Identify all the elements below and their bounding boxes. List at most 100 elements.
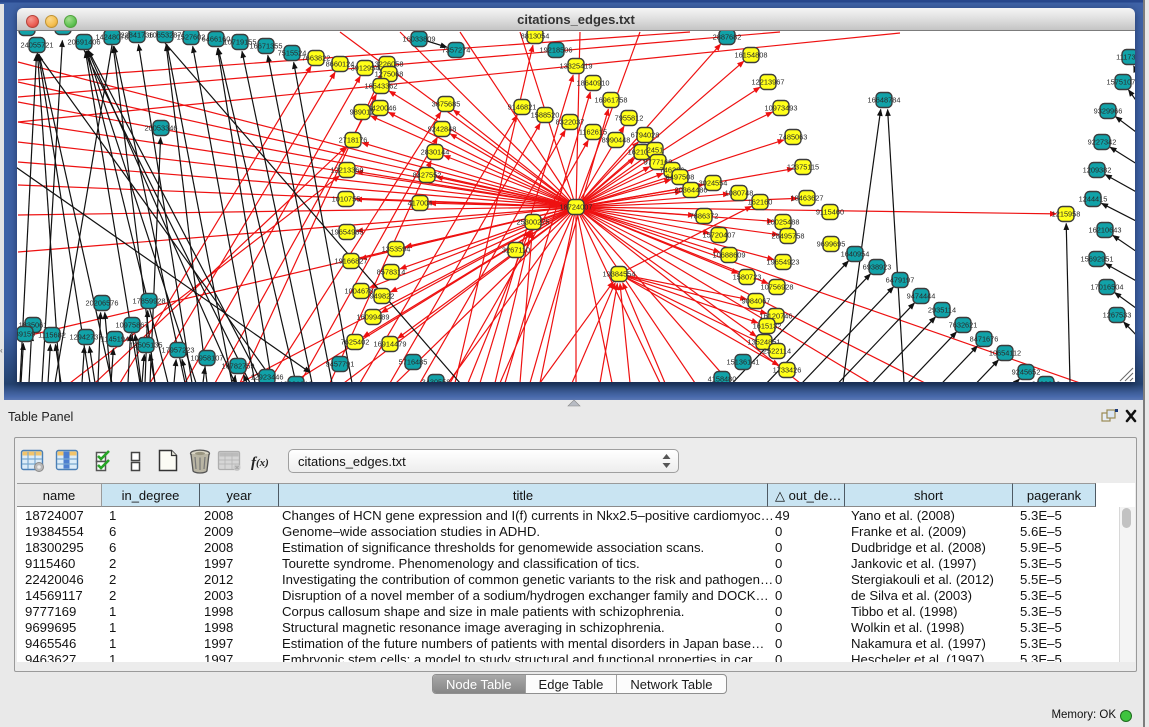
svg-text:417004: 417004 — [408, 199, 433, 208]
svg-text:19654923: 19654923 — [767, 258, 800, 267]
svg-text:18463627: 18463627 — [791, 194, 824, 203]
svg-text:25300275: 25300275 — [517, 218, 550, 227]
svg-text:6479197: 6479197 — [886, 276, 915, 285]
svg-text:7955812: 7955812 — [615, 114, 644, 123]
svg-text:16961758: 16961758 — [595, 96, 628, 105]
svg-text:9227342: 9227342 — [1088, 138, 1117, 147]
svg-text:16154808: 16154808 — [735, 51, 768, 60]
svg-text:19218506: 19218506 — [540, 46, 573, 55]
svg-text:9457791: 9457791 — [326, 360, 355, 369]
svg-text:10958107: 10958107 — [191, 354, 224, 363]
svg-text:16210643: 16210643 — [1089, 226, 1122, 235]
svg-text:15692951: 15692951 — [1081, 255, 1114, 264]
svg-text:2935114: 2935114 — [928, 306, 956, 315]
svg-text:1615132: 1615132 — [753, 322, 782, 331]
svg-text:9115460: 9115460 — [816, 208, 844, 217]
svg-text:2830144: 2830144 — [421, 148, 450, 157]
svg-text:4158480: 4158480 — [708, 375, 737, 382]
svg-text:1353594: 1353594 — [382, 245, 411, 254]
svg-text:8471676: 8471676 — [970, 335, 999, 344]
svg-text:1244415: 1244415 — [1079, 195, 1108, 204]
svg-text:9699695: 9699695 — [817, 240, 846, 249]
svg-text:2522114: 2522114 — [763, 347, 791, 356]
svg-text:17859928: 17859928 — [133, 297, 166, 306]
svg-text:18981216: 18981216 — [280, 380, 313, 382]
svg-text:2718176: 2718176 — [339, 136, 368, 145]
svg-text:7485063: 7485063 — [779, 133, 808, 142]
svg-text:1275068: 1275068 — [375, 70, 404, 79]
svg-text:1215958: 1215958 — [1052, 210, 1081, 219]
svg-text:19654985: 19654985 — [331, 228, 364, 237]
svg-text:8578314: 8578314 — [377, 268, 406, 277]
svg-text:6794028: 6794028 — [631, 131, 660, 140]
svg-text:8322037: 8322037 — [556, 118, 585, 127]
svg-text:10756928: 10756928 — [761, 283, 794, 292]
svg-text:8427552: 8427552 — [413, 171, 442, 180]
svg-text:12213369: 12213369 — [331, 166, 364, 175]
svg-text:(x): (x) — [256, 457, 269, 469]
svg-text:3875685: 3875685 — [432, 100, 461, 109]
svg-text:28495758: 28495758 — [772, 232, 805, 241]
svg-text:10688609: 10688609 — [713, 251, 746, 260]
svg-text:1733426: 1733426 — [773, 366, 802, 375]
svg-text:12942737: 12942737 — [70, 333, 103, 342]
svg-text:12375115: 12375115 — [787, 163, 819, 172]
svg-text:949822: 949822 — [370, 292, 395, 301]
svg-text:16033809: 16033809 — [403, 35, 436, 44]
svg-text:9084067: 9084067 — [742, 297, 771, 306]
svg-text:16648784: 16648784 — [868, 96, 901, 105]
svg-text:39159: 39159 — [17, 330, 35, 339]
svg-text:9474444: 9474444 — [907, 292, 936, 301]
svg-text:9245652: 9245652 — [1012, 368, 1041, 377]
svg-text:1267533: 1267533 — [1103, 311, 1132, 320]
svg-text:162160: 162160 — [748, 198, 773, 207]
svg-text:2451: 2451 — [647, 146, 663, 155]
svg-text:1145194: 1145194 — [101, 335, 129, 344]
svg-text:9329966: 9329966 — [1094, 107, 1123, 116]
svg-text:12213967: 12213967 — [752, 78, 785, 87]
svg-text:17957223: 17957223 — [162, 346, 195, 355]
svg-text:17016504: 17016504 — [1091, 283, 1124, 292]
svg-text:16782759: 16782759 — [222, 362, 255, 371]
svg-text:10973493: 10973493 — [765, 104, 798, 113]
svg-text:6061658: 6061658 — [49, 31, 78, 32]
svg-text:15751074: 15751074 — [1107, 78, 1135, 87]
svg-text:7625402: 7625402 — [341, 338, 370, 347]
svg-text:11866024: 11866024 — [17, 31, 43, 33]
svg-text:12505135: 12505135 — [130, 341, 163, 350]
svg-text:15720407: 15720407 — [703, 231, 736, 240]
svg-text:8813054: 8813054 — [521, 32, 550, 41]
svg-text:6938923: 6938923 — [863, 263, 892, 272]
svg-text:989012: 989012 — [350, 108, 375, 117]
svg-text:2887682: 2887682 — [713, 33, 742, 42]
svg-text:1115682: 1115682 — [38, 331, 66, 340]
svg-text:6497508: 6497508 — [666, 173, 695, 182]
svg-text:15136141: 15136141 — [727, 358, 760, 367]
svg-text:1080748: 1080748 — [725, 189, 754, 198]
svg-text:7632621: 7632621 — [949, 321, 978, 330]
svg-text:19166827: 19166827 — [335, 257, 368, 266]
svg-text:2620223: 2620223 — [1032, 380, 1061, 382]
svg-text:18640910: 18640910 — [577, 79, 610, 88]
svg-text:1640954: 1640954 — [841, 250, 870, 259]
svg-text:7886372: 7886372 — [690, 212, 719, 221]
svg-text:16914479: 16914479 — [374, 340, 407, 349]
svg-text:20206576: 20206576 — [86, 299, 119, 308]
svg-text:19384554: 19384554 — [603, 270, 636, 279]
svg-text:1010755: 1010755 — [332, 195, 361, 204]
svg-text:1117304: 1117304 — [1116, 53, 1135, 62]
svg-text:16543362: 16543362 — [365, 82, 398, 91]
svg-text:10975867: 10975867 — [116, 321, 149, 330]
svg-text:8990448: 8990448 — [602, 136, 631, 145]
svg-text:3024554: 3024554 — [699, 179, 728, 188]
svg-text:3430558: 3430558 — [422, 378, 451, 382]
svg-text:1580723: 1580723 — [733, 273, 762, 282]
svg-text:13325419: 13325419 — [560, 62, 593, 71]
svg-text:1209382: 1209382 — [1083, 166, 1112, 175]
svg-text:12923446: 12923446 — [251, 373, 284, 382]
svg-text:18724007: 18724007 — [560, 203, 593, 212]
svg-text:9242848: 9242848 — [428, 125, 457, 134]
svg-text:20053346: 20053346 — [145, 124, 178, 133]
svg-text:24055721: 24055721 — [21, 41, 54, 50]
svg-text:10654112: 10654112 — [989, 349, 1021, 358]
